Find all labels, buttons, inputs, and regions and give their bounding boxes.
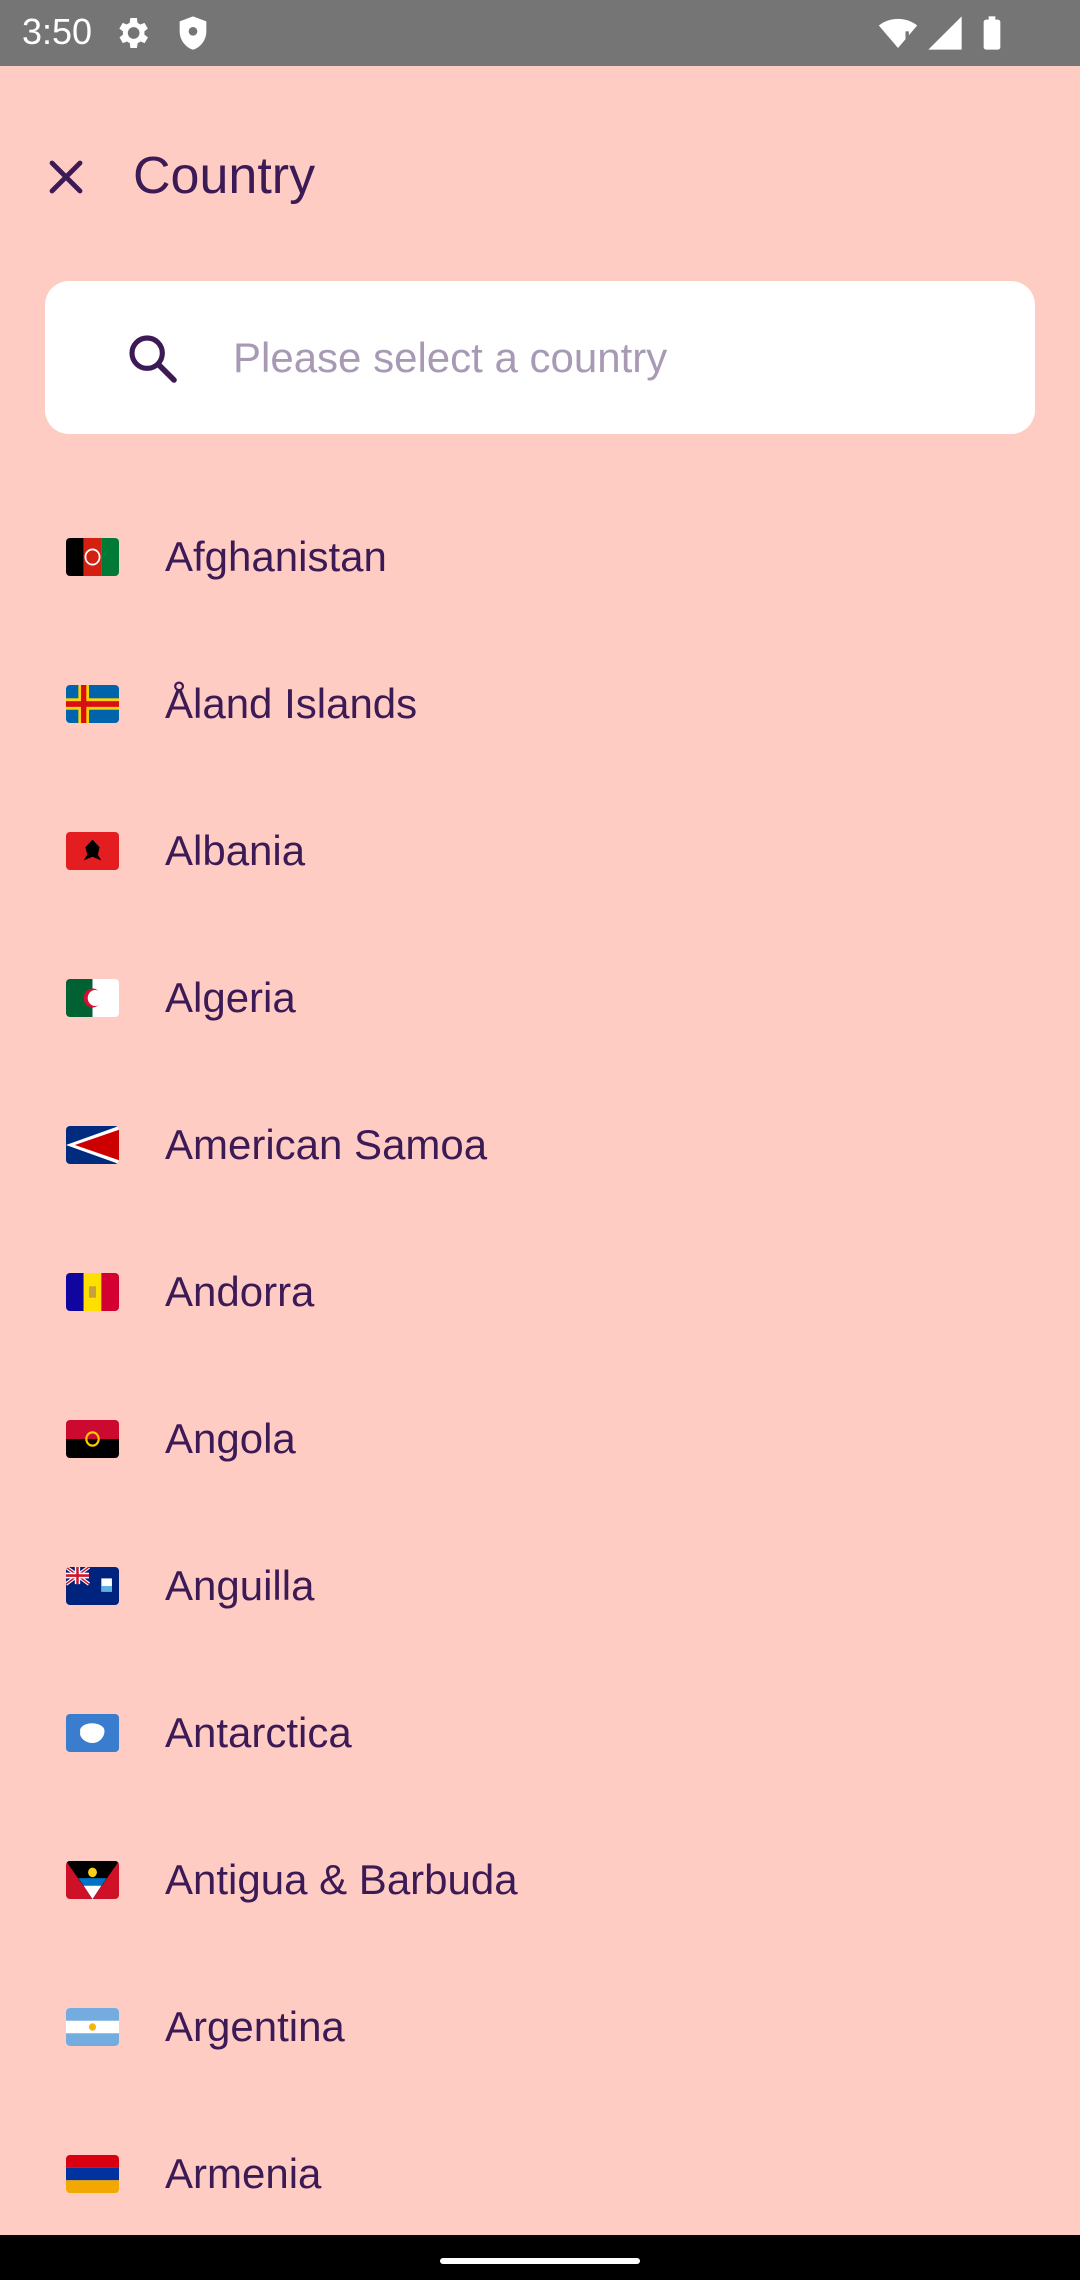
country-name: Argentina bbox=[165, 2003, 345, 2050]
home-gesture-handle[interactable] bbox=[440, 2258, 640, 2264]
flag-american-samoa-icon bbox=[66, 1126, 119, 1164]
country-row-afghanistan[interactable]: Afghanistan bbox=[0, 483, 1080, 630]
flag-angola-icon bbox=[66, 1420, 119, 1458]
flag-aland-islands-icon bbox=[66, 685, 119, 723]
flag-antigua-barbuda-icon bbox=[66, 1861, 119, 1899]
country-row-aland-islands[interactable]: Åland Islands bbox=[0, 630, 1080, 777]
country-name: American Samoa bbox=[165, 1121, 488, 1168]
search-input[interactable] bbox=[187, 281, 1007, 434]
battery-icon bbox=[972, 13, 1012, 53]
shield-icon bbox=[173, 13, 213, 53]
country-name: Algeria bbox=[165, 974, 296, 1021]
search-field[interactable] bbox=[45, 281, 1035, 434]
flag-antarctica-icon bbox=[66, 1714, 119, 1752]
flag-armenia-icon bbox=[66, 2155, 119, 2193]
flag-algeria-icon bbox=[66, 979, 119, 1017]
country-row-antarctica[interactable]: Antarctica bbox=[0, 1659, 1080, 1806]
country-name: Armenia bbox=[165, 2150, 322, 2197]
country-name: Åland Islands bbox=[165, 680, 418, 727]
flag-anguilla-icon bbox=[66, 1567, 119, 1605]
country-name: Antigua & Barbuda bbox=[165, 1856, 518, 1903]
navigation-bar bbox=[0, 2235, 1080, 2280]
gear-icon bbox=[112, 13, 152, 53]
country-name: Antarctica bbox=[165, 1709, 352, 1756]
close-button[interactable] bbox=[30, 141, 102, 213]
country-row-albania[interactable]: Albania bbox=[0, 777, 1080, 924]
flag-albania-icon bbox=[66, 832, 119, 870]
country-row-argentina[interactable]: Argentina bbox=[0, 1953, 1080, 2100]
close-icon bbox=[42, 153, 90, 201]
country-row-algeria[interactable]: Algeria bbox=[0, 924, 1080, 1071]
country-row-angola[interactable]: Angola bbox=[0, 1365, 1080, 1512]
flag-argentina-icon bbox=[66, 2008, 119, 2046]
country-name: Angola bbox=[165, 1415, 296, 1462]
country-row-american-samoa[interactable]: American Samoa bbox=[0, 1071, 1080, 1218]
country-name: Andorra bbox=[165, 1268, 315, 1315]
country-list: Afghanistan Åland Islands Albania Algeri… bbox=[0, 483, 1080, 2235]
country-row-andorra[interactable]: Andorra bbox=[0, 1218, 1080, 1365]
signal-icon bbox=[925, 13, 965, 53]
flag-andorra-icon bbox=[66, 1273, 119, 1311]
country-name: Anguilla bbox=[165, 1562, 315, 1609]
status-bar: 3:50 bbox=[0, 0, 1080, 66]
country-name: Albania bbox=[165, 827, 306, 874]
country-row-antigua-barbuda[interactable]: Antigua & Barbuda bbox=[0, 1806, 1080, 1953]
search-icon bbox=[125, 331, 181, 387]
status-time: 3:50 bbox=[22, 11, 93, 52]
header: Country bbox=[0, 66, 1080, 280]
country-name: Afghanistan bbox=[165, 533, 387, 580]
country-row-armenia[interactable]: Armenia bbox=[0, 2100, 1080, 2235]
page-title: Country bbox=[133, 147, 316, 205]
flag-afghanistan-icon bbox=[66, 538, 119, 576]
country-row-anguilla[interactable]: Anguilla bbox=[0, 1512, 1080, 1659]
wifi-icon bbox=[878, 13, 918, 53]
